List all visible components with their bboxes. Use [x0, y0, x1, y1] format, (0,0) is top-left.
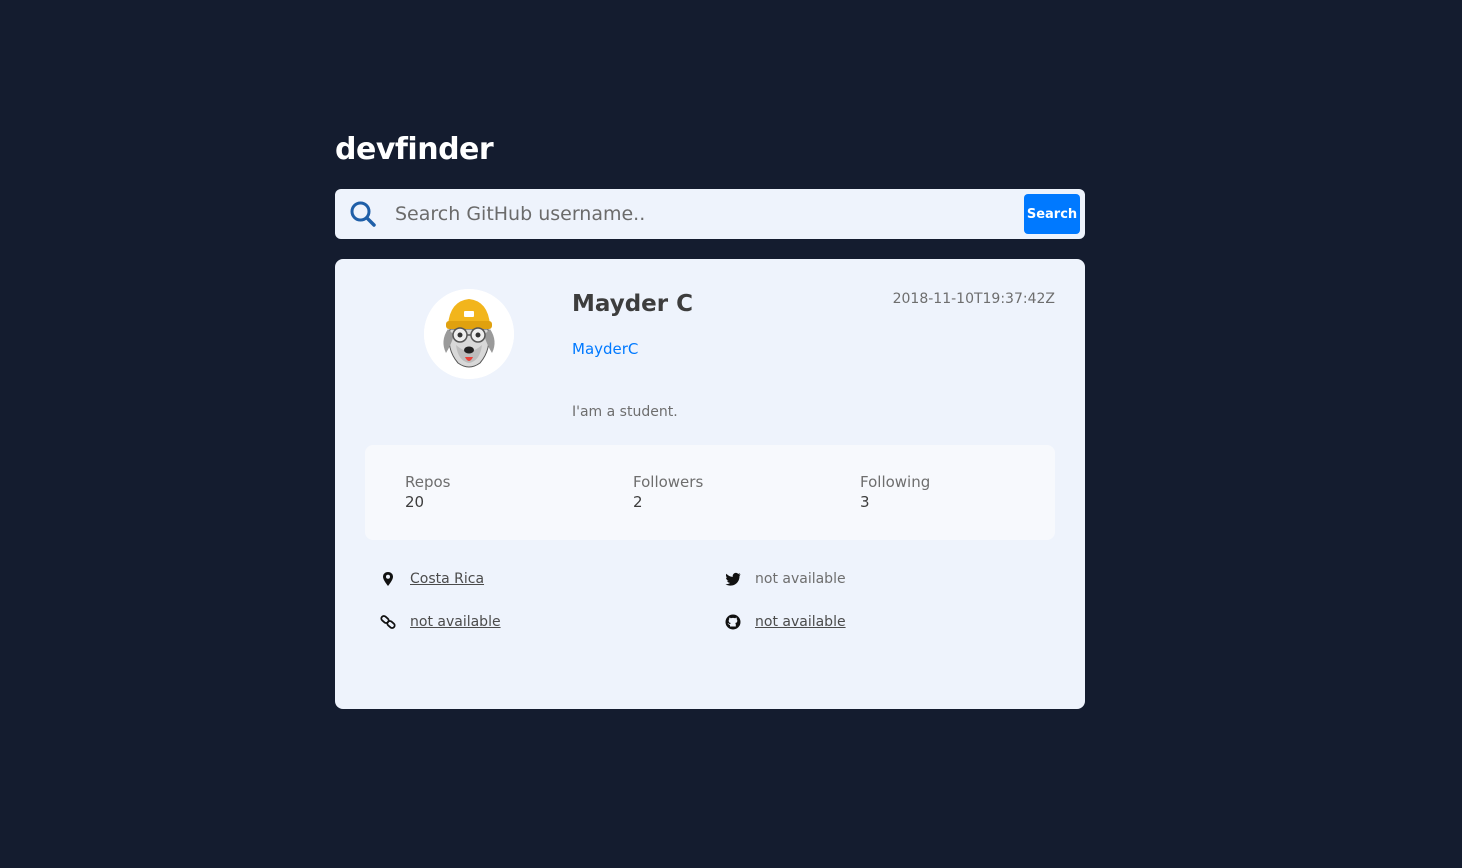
stat-following: Following 3 [860, 472, 930, 512]
github-icon [725, 614, 741, 630]
search-icon [349, 200, 377, 228]
stat-following-label: Following [860, 473, 931, 491]
joined-date: 2018-11-10T19:37:42Z [892, 291, 1055, 307]
stat-followers-label: Followers [633, 473, 704, 491]
twitter-icon [725, 571, 741, 587]
dog-avatar-icon [424, 289, 514, 379]
stat-repos-label: Repos [405, 473, 451, 491]
stat-repos-value: 20 [405, 493, 425, 511]
avatar [424, 289, 514, 379]
stat-repos: Repos 20 [405, 472, 451, 512]
search-button[interactable]: Search [1024, 194, 1080, 234]
devfinder-app: devfinder Search GitHub username.. Searc… [335, 130, 1085, 709]
twitter-text: not available [755, 571, 846, 587]
user-name: Mayder C [572, 291, 693, 317]
app-logo: devfinder [335, 132, 494, 167]
search-bar: Search [335, 189, 1085, 239]
stat-followers: Followers 2 [633, 472, 703, 512]
blog-link[interactable]: not available [410, 612, 501, 632]
location-link[interactable]: Costa Rica [410, 569, 484, 589]
company-link[interactable]: not available [755, 612, 846, 632]
user-login-link[interactable]: MayderC [572, 339, 638, 359]
stat-followers-value: 2 [633, 493, 643, 511]
location-pin-icon [380, 571, 396, 587]
search-input[interactable] [395, 197, 995, 231]
link-icon [380, 614, 396, 630]
profile-card: Mayder C 2018-11-10T19:37:42Z MayderC I'… [335, 259, 1085, 709]
user-bio: I'am a student. [572, 404, 678, 420]
stat-following-value: 3 [860, 493, 870, 511]
stats-panel: Repos 20 Followers 2 Following 3 [365, 445, 1055, 540]
